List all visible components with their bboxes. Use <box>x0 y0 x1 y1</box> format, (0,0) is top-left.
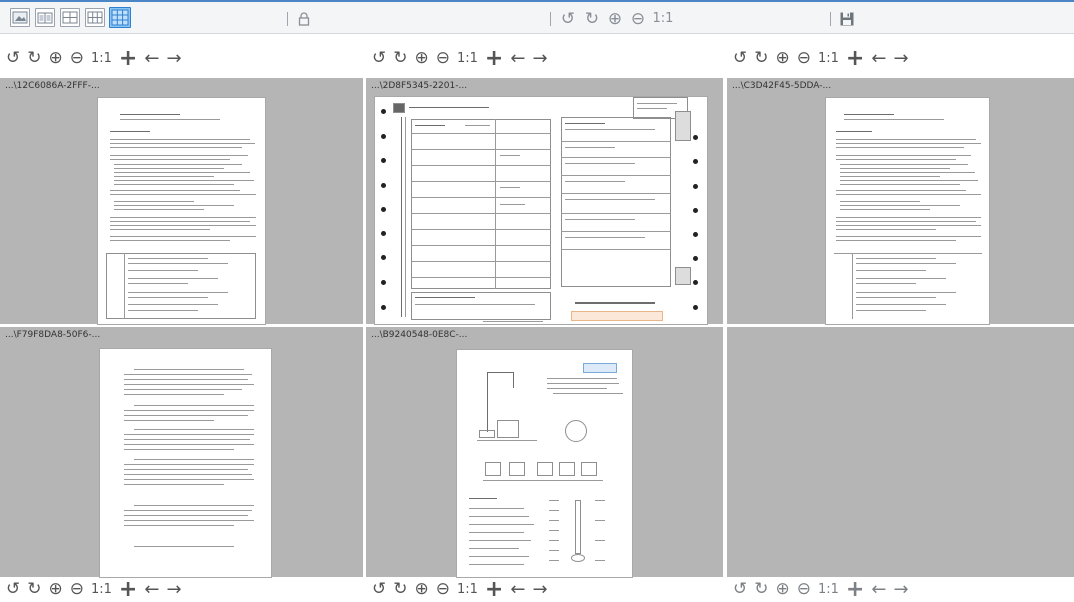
toolbar-separator <box>550 12 551 26</box>
previous-button[interactable]: ← <box>871 45 886 71</box>
rotate-left-button[interactable]: ↺ <box>733 45 747 71</box>
zoom-out-button[interactable]: ⊖ <box>797 45 811 71</box>
lock-button[interactable] <box>295 8 313 29</box>
four-view-button[interactable] <box>60 8 80 27</box>
next-button[interactable]: → <box>166 45 181 71</box>
file-path-label: ...\12C6086A-2FFF-... <box>5 81 100 91</box>
next-button[interactable]: → <box>532 45 547 71</box>
next-button[interactable]: → <box>532 576 547 602</box>
global-rotate-left-button[interactable]: ↺ <box>558 8 578 29</box>
two-view-icon <box>37 12 53 24</box>
add-button[interactable]: + <box>119 576 137 602</box>
zoom-in-button[interactable]: ⊕ <box>776 576 790 602</box>
rotate-left-button[interactable]: ↺ <box>733 576 747 602</box>
pane-5-controls: ↺ ↻ ⊕ ⊖ 1:1 + ← → <box>366 576 721 602</box>
zoom-out-button[interactable]: ⊖ <box>70 576 84 602</box>
rotate-right-button[interactable]: ↻ <box>27 45 41 71</box>
previous-button[interactable]: ← <box>144 576 159 602</box>
document-pane-3[interactable]: ...\C3D42F45-5DDA-... <box>727 78 1074 324</box>
file-path-label: ...\B9240548-0E8C-... <box>371 330 468 340</box>
six-view-button[interactable] <box>85 8 105 27</box>
actual-size-button[interactable]: 1:1 <box>818 576 839 602</box>
global-zoom-in-button[interactable]: ⊕ <box>605 8 625 29</box>
add-button[interactable]: + <box>846 45 864 71</box>
previous-button[interactable]: ← <box>510 576 525 602</box>
zoom-in-button[interactable]: ⊕ <box>415 45 429 71</box>
toolbar-separator <box>287 12 288 26</box>
actual-size-button[interactable]: 1:1 <box>457 576 478 602</box>
global-actual-size-button[interactable]: 1:1 <box>650 8 676 29</box>
main-toolbar: ↺ ↻ ⊕ ⊖ 1:1 <box>0 0 1074 34</box>
file-path-label: ...\C3D42F45-5DDA-... <box>732 81 832 91</box>
rotate-right-button[interactable]: ↻ <box>393 45 407 71</box>
grid-6-icon <box>87 11 103 24</box>
drawing-page <box>457 350 632 577</box>
zoom-in-button[interactable]: ⊕ <box>49 576 63 602</box>
save-icon <box>840 12 854 25</box>
zoom-in-icon: ⊕ <box>607 8 623 29</box>
previous-button[interactable]: ← <box>510 45 525 71</box>
previous-button[interactable]: ← <box>144 45 159 71</box>
next-button[interactable]: → <box>893 576 908 602</box>
file-path-label: ...\F79F8DA8-50F6-... <box>5 330 101 340</box>
rotate-right-button[interactable]: ↻ <box>27 576 41 602</box>
zoom-out-button[interactable]: ⊖ <box>436 45 450 71</box>
single-view-button[interactable] <box>10 8 30 27</box>
add-button[interactable]: + <box>119 45 137 71</box>
pane-4-controls: ↺ ↻ ⊕ ⊖ 1:1 + ← → <box>0 576 355 602</box>
next-button[interactable]: → <box>893 45 908 71</box>
zoom-out-button[interactable]: ⊖ <box>797 576 811 602</box>
nine-view-button[interactable] <box>109 7 131 28</box>
zoom-in-button[interactable]: ⊕ <box>415 576 429 602</box>
two-view-button[interactable] <box>35 8 55 27</box>
next-button[interactable]: → <box>166 576 181 602</box>
pane-3-controls: ↺ ↻ ⊕ ⊖ 1:1 + ← → <box>727 43 1074 73</box>
document-pane-4[interactable]: ...\F79F8DA8-50F6-... <box>0 327 363 577</box>
document-page <box>100 349 271 577</box>
zoom-in-button[interactable]: ⊕ <box>776 45 790 71</box>
actual-size-button[interactable]: 1:1 <box>91 45 112 71</box>
pane-1-controls: ↺ ↻ ⊕ ⊖ 1:1 + ← → <box>0 43 355 73</box>
add-button[interactable]: + <box>846 576 864 602</box>
add-button[interactable]: + <box>485 45 503 71</box>
actual-size-button[interactable]: 1:1 <box>91 576 112 602</box>
global-zoom-out-button[interactable]: ⊖ <box>628 8 648 29</box>
save-button[interactable] <box>837 8 857 29</box>
document-pane-2[interactable]: ...\2D8F5345-2201-... <box>366 78 723 324</box>
rotate-left-button[interactable]: ↺ <box>372 45 386 71</box>
document-pane-5[interactable]: ...\B9240548-0E8C-... <box>366 327 723 577</box>
rotate-left-button[interactable]: ↺ <box>6 576 20 602</box>
zoom-out-button[interactable]: ⊖ <box>70 45 84 71</box>
document-pane-1[interactable]: ...\12C6086A-2FFF-... <box>0 78 363 324</box>
lock-icon <box>298 11 310 26</box>
rotate-right-button[interactable]: ↻ <box>393 576 407 602</box>
add-button[interactable]: + <box>485 576 503 602</box>
grid-9-icon <box>111 9 129 26</box>
rotate-left-button[interactable]: ↺ <box>6 45 20 71</box>
single-view-icon <box>12 11 28 24</box>
previous-button[interactable]: ← <box>871 576 886 602</box>
zoom-out-icon: ⊖ <box>630 8 646 29</box>
rotate-left-icon: ↺ <box>560 8 576 29</box>
pane-2-controls: ↺ ↻ ⊕ ⊖ 1:1 + ← → <box>366 43 721 73</box>
rotate-left-button[interactable]: ↺ <box>372 576 386 602</box>
document-page <box>826 98 989 324</box>
global-rotate-right-button[interactable]: ↻ <box>582 8 602 29</box>
document-pane-6-empty[interactable] <box>727 327 1074 577</box>
zoom-in-button[interactable]: ⊕ <box>49 45 63 71</box>
grid-4-icon <box>62 11 78 24</box>
actual-size-button[interactable]: 1:1 <box>457 45 478 71</box>
rotate-right-button[interactable]: ↻ <box>754 45 768 71</box>
pane-6-controls: ↺ ↻ ⊕ ⊖ 1:1 + ← → <box>727 576 1074 602</box>
document-page <box>98 98 265 324</box>
file-path-label: ...\2D8F5345-2201-... <box>371 81 468 91</box>
form-page <box>375 97 707 324</box>
rotate-right-icon: ↻ <box>584 8 600 29</box>
toolbar-separator <box>830 12 831 26</box>
actual-size-button[interactable]: 1:1 <box>818 45 839 71</box>
rotate-right-button[interactable]: ↻ <box>754 576 768 602</box>
zoom-out-button[interactable]: ⊖ <box>436 576 450 602</box>
